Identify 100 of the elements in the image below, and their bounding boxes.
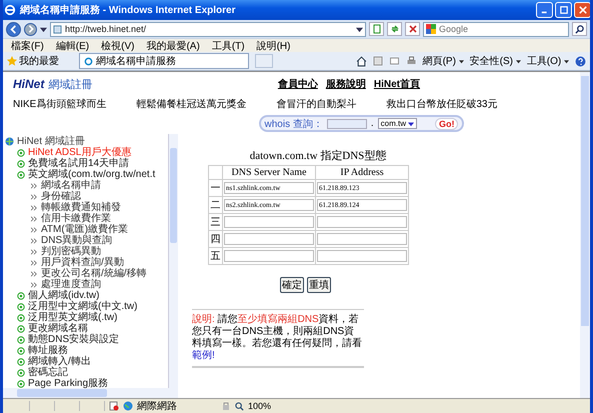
globe-icon [5, 137, 14, 146]
ip-address-input[interactable] [317, 216, 407, 228]
sidebar-subitem[interactable]: 網域名稱申請 [5, 180, 168, 191]
sidebar-item[interactable]: 泛用型英文網域(.tw) [5, 312, 168, 323]
row-label: 二 [208, 196, 222, 214]
sidebar-item[interactable]: 英文網域(com.tw/org.tw/net.t [5, 169, 168, 180]
news-link[interactable]: 輕鬆備餐桂冠送萬元獎金 [136, 97, 246, 111]
go-button[interactable]: Go! [434, 118, 458, 130]
double-chevron-icon [31, 270, 37, 276]
compatibility-view-button[interactable] [369, 22, 384, 36]
window-title: 網域名稱申請服務 - Windows Internet Explorer [20, 4, 236, 17]
sidebar-item[interactable]: 個人網域(idv.tw) [5, 290, 168, 301]
menu-item[interactable]: 工具(T) [212, 38, 245, 52]
sidebar-item[interactable]: 密碼忘記 [5, 367, 168, 378]
site-logo[interactable]: HiNet [13, 76, 44, 90]
print-icon[interactable] [406, 56, 417, 66]
note-text: 說明: 請您至少填寫兩組DNS資料，若您只有一台DNS主機，則兩組DNS資料填寫一樣。若您還有任何疑問，請看 範例! [192, 314, 363, 362]
sidebar-item[interactable]: Page Parking服務 [5, 378, 168, 388]
sidebar-subitem[interactable]: 用戶資料查詢/異動 [5, 257, 168, 268]
search-button[interactable] [572, 22, 587, 36]
dns-server-input[interactable] [224, 233, 314, 245]
sidebar-subitem[interactable]: 信用卡繳費作業 [5, 213, 168, 224]
mail-icon[interactable] [388, 56, 400, 66]
sidebar-item[interactable]: 免費域名試用14天申請 [5, 158, 168, 169]
close-button[interactable] [574, 2, 590, 18]
header-link[interactable]: HiNet首頁 [374, 77, 420, 91]
zoom-icon[interactable] [235, 402, 244, 410]
double-chevron-icon [31, 282, 37, 288]
search-field[interactable]: Google [423, 22, 569, 36]
browser-tab[interactable]: 網域名稱申請服務 [79, 53, 249, 69]
row-label: 一 [208, 180, 222, 196]
zoom-level[interactable]: 100% [248, 401, 272, 411]
dns-server-input[interactable] [224, 250, 314, 262]
sidebar-item[interactable]: 動態DNS安裝與設定 [5, 334, 168, 345]
dropdown-arrow-icon[interactable] [40, 26, 47, 32]
home-icon[interactable] [356, 56, 367, 66]
help-icon[interactable] [575, 56, 586, 66]
sidebar-item[interactable]: HiNet ADSL用戶大優惠 [5, 147, 168, 158]
form-button[interactable]: 確定 [280, 277, 304, 293]
sidebar-item[interactable]: 網域轉入/轉出 [5, 356, 168, 367]
tld-dropdown[interactable]: com.tw [378, 118, 417, 129]
news-link[interactable]: 會冒汗的自動梨斗 [276, 97, 356, 111]
minimize-button[interactable] [536, 2, 553, 18]
sidebar-item[interactable]: 更改網域名稱 [5, 323, 168, 334]
news-link[interactable]: 救出口台幣放任貶破33元 [386, 97, 498, 111]
sidebar-horizontal-scrollbar[interactable] [3, 388, 178, 398]
circle-dot-icon [17, 358, 25, 366]
menu-item[interactable]: 說明(H) [256, 38, 290, 52]
command-menu[interactable]: 網頁(P) [422, 54, 464, 68]
feeds-icon[interactable] [372, 56, 383, 66]
sidebar-subitem[interactable]: 轉帳繳費通知補發 [5, 202, 168, 213]
sidebar-subitem[interactable]: ATM(電匯)繳費作業 [5, 224, 168, 235]
tree-root[interactable]: HiNet 網域註冊 [5, 136, 168, 147]
maximize-button[interactable] [555, 2, 572, 18]
sidebar-item[interactable]: 泛用型中文網域(中文.tw) [5, 301, 168, 312]
circle-dot-icon [17, 292, 25, 300]
command-menu[interactable]: 安全性(S) [470, 54, 521, 68]
sidebar-scrollbar[interactable] [168, 134, 178, 388]
dropdown-arrow-icon [408, 120, 414, 126]
news-link[interactable]: NIKE爲街頭籃球而生 [13, 97, 106, 111]
circle-dot-icon [17, 368, 25, 376]
protected-mode-icon[interactable] [221, 401, 231, 411]
page-icon [84, 56, 93, 66]
header-link[interactable]: 會員中心 [278, 77, 318, 91]
stop-button[interactable] [405, 22, 420, 36]
address-field[interactable]: http://tweb.hinet.net/ [50, 22, 366, 36]
sidebar-subitem[interactable]: 判別密碼異動 [5, 246, 168, 257]
circle-dot-icon [17, 160, 25, 168]
refresh-button[interactable] [387, 22, 402, 36]
dropdown-arrow-icon[interactable] [356, 26, 363, 32]
menu-item[interactable]: 檔案(F) [11, 38, 44, 52]
row-label: 五 [208, 248, 222, 264]
menu-item[interactable]: 編輯(E) [56, 38, 90, 52]
sidebar-subitem[interactable]: 更改公司名稱/統編/移轉 [5, 268, 168, 279]
sidebar-subitem[interactable]: 處理進度查詢 [5, 279, 168, 290]
favorites-button[interactable]: 我的最愛 [7, 54, 59, 68]
dns-server-input[interactable] [224, 216, 314, 228]
refresh-icon [390, 24, 400, 34]
forward-button[interactable] [24, 22, 37, 36]
double-chevron-icon [31, 182, 37, 188]
ip-address-input[interactable] [317, 250, 407, 262]
back-button[interactable] [6, 22, 21, 36]
page-scrollbar[interactable] [580, 72, 590, 398]
ip-address-input[interactable] [317, 233, 407, 245]
menu-item[interactable]: 我的最愛(A) [146, 38, 200, 52]
command-menu[interactable]: 工具(O) [526, 54, 569, 68]
circle-dot-icon [17, 336, 25, 344]
domain-input-field[interactable] [326, 118, 367, 128]
sidebar-subitem[interactable]: 身份確認 [5, 191, 168, 202]
blocked-popup-icon [109, 401, 119, 411]
form-button[interactable]: 重填 [307, 277, 331, 293]
site-subtitle: 網域註冊 [48, 78, 92, 92]
caret-icon [516, 59, 521, 64]
search-icon [575, 24, 584, 34]
sidebar-subitem[interactable]: DNS異動與查詢 [5, 235, 168, 246]
sidebar-item[interactable]: 轉址服務 [5, 345, 168, 356]
example-link[interactable]: 範例! [192, 350, 215, 361]
menu-item[interactable]: 檢視(V) [101, 38, 134, 52]
caret-icon [564, 59, 569, 64]
header-link[interactable]: 服務說明 [326, 77, 366, 91]
